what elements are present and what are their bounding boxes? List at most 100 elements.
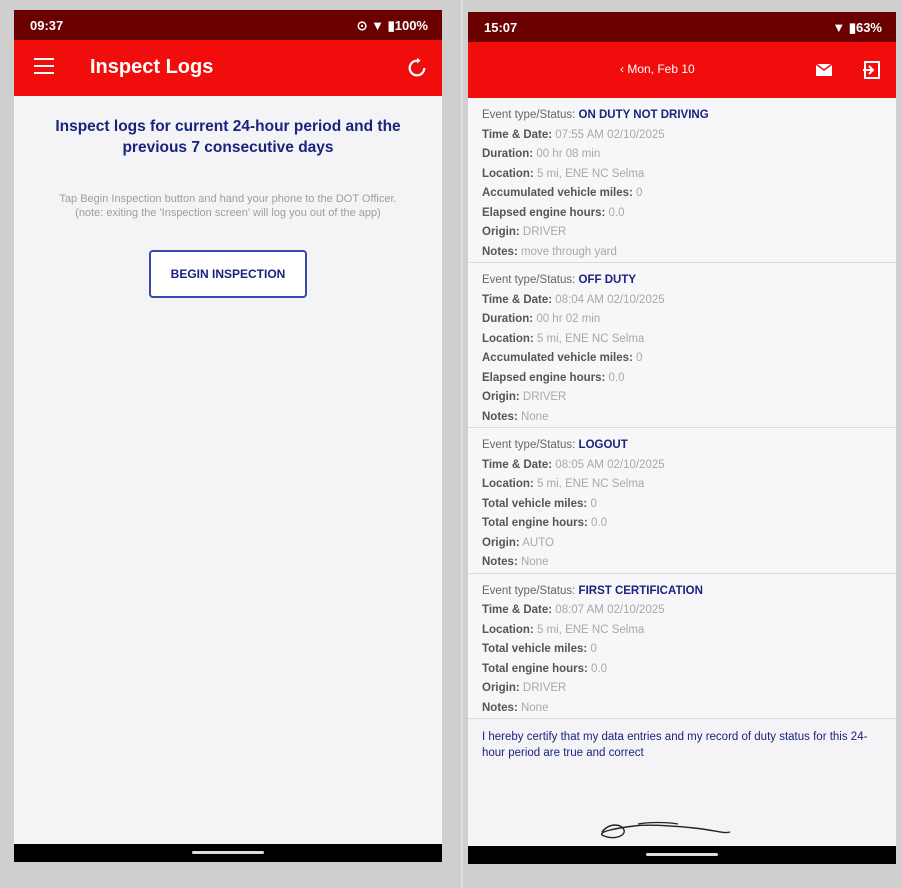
status-time: 15:07 (484, 20, 518, 35)
mail-icon[interactable] (816, 64, 832, 76)
exit-icon[interactable] (862, 60, 882, 80)
field-value: 0.0 (608, 371, 625, 384)
event-field-row: Location: 5 mi, ENE NC Selma (482, 621, 882, 641)
status-bar: 09:37 ⊙ ▼ ▮100% (14, 10, 442, 40)
event-field-row: Elapsed engine hours: 0.0 (482, 204, 882, 224)
nav-bar (468, 846, 896, 864)
home-gesture-bar[interactable] (646, 853, 718, 856)
event-field-row: Total vehicle miles: 0 (482, 640, 882, 660)
app-bar: Inspect Logs (14, 40, 442, 96)
event-type-label: Event type/Status: (482, 109, 576, 121)
event-type-label: Event type/Status: (482, 439, 576, 451)
field-label: Accumulated vehicle miles: (482, 187, 633, 199)
event-field-row: Duration: 00 hr 02 min (482, 310, 882, 330)
status-indicators: ▼ ▮63% (832, 20, 882, 35)
field-value: None (520, 556, 549, 568)
field-label: Total engine hours: (482, 662, 588, 675)
event-card: Event type/Status: OFF DUTY Time & Date: … (468, 263, 896, 428)
event-field-row: Origin: AUTO (482, 534, 882, 554)
field-label: Origin: (482, 536, 520, 549)
field-label: Notes: (482, 410, 518, 423)
field-label: Total engine hours: (482, 517, 588, 529)
date-back-button[interactable]: ‹ Mon, Feb 10 (620, 62, 695, 76)
event-field-row: Total vehicle miles: 0 (482, 495, 882, 515)
event-field-row: Time & Date: 08:05 AM 02/10/2025 (482, 456, 882, 476)
field-value: 5 mi, ENE NC Selma (536, 332, 645, 345)
field-value: 5 mi, ENE NC Selma (536, 478, 645, 490)
field-label: Origin: (482, 682, 520, 694)
field-value: 0 (636, 352, 643, 364)
inspect-heading: Inspect logs for current 24-hour period … (55, 118, 401, 156)
field-label: Notes: (482, 701, 518, 714)
event-field-row: Elapsed engine hours: 0.0 (482, 369, 882, 389)
event-field-row: Origin: DRIVER (482, 223, 882, 243)
event-status: OFF DUTY (578, 274, 637, 286)
event-card: Event type/Status: ON DUTY NOT DRIVING Ti… (468, 98, 896, 263)
event-card: Event type/Status: LOGOUT Time & Date: 08… (468, 428, 896, 574)
field-label: Duration: (482, 313, 534, 325)
event-type-label: Event type/Status: (482, 584, 576, 597)
event-field-row: Time & Date: 08:04 AM 02/10/2025 (482, 291, 882, 311)
field-value: 0.0 (591, 517, 608, 529)
event-type-label: Event type/Status: (482, 274, 576, 286)
field-label: Origin: (482, 391, 520, 403)
field-label: Notes: (482, 245, 518, 258)
field-label: Location: (482, 167, 534, 180)
nav-bar (14, 844, 442, 862)
event-field-row: Origin: DRIVER (482, 388, 882, 408)
event-type-row: Event type/Status: FIRST CERTIFICATION (482, 582, 882, 602)
event-field-row: Notes: move through yard (482, 243, 882, 263)
driver-signature (601, 821, 731, 839)
field-value: 0.0 (591, 662, 608, 675)
field-label: Location: (482, 478, 534, 490)
field-label: Origin: (482, 226, 520, 238)
field-value: DRIVER (522, 682, 567, 694)
field-label: Time & Date: (482, 604, 553, 616)
field-value: 08:05 AM 02/10/2025 (555, 458, 665, 471)
left-screen: 09:37 ⊙ ▼ ▮100% Inspect Logs Inspect log… (14, 10, 442, 862)
event-list: Event type/Status: ON DUTY NOT DRIVING Ti… (468, 98, 896, 761)
screen-divider (461, 0, 463, 888)
begin-inspection-button[interactable]: BEGIN INSPECTION (149, 250, 307, 298)
field-value: DRIVER (522, 226, 567, 238)
event-field-row: Origin: DRIVER (482, 679, 882, 699)
field-value: 08:07 AM 02/10/2025 (555, 604, 665, 616)
event-field-row: Notes: None (482, 553, 882, 573)
home-gesture-bar[interactable] (192, 851, 264, 854)
event-type-row: Event type/Status: OFF DUTY (482, 271, 882, 291)
field-value: 0.0 (608, 206, 625, 219)
event-field-row: Location: 5 mi, ENE NC Selma (482, 330, 882, 350)
status-indicators: ⊙ ▼ ▮100% (356, 18, 428, 33)
field-value: move through yard (520, 245, 617, 258)
field-value: 00 hr 02 min (536, 313, 601, 325)
event-field-row: Duration: 00 hr 08 min (482, 145, 882, 165)
field-value: 5 mi, ENE NC Selma (536, 167, 645, 180)
field-label: Notes: (482, 556, 518, 568)
menu-icon[interactable] (34, 58, 54, 74)
field-label: Elapsed engine hours: (482, 371, 606, 384)
instruction-line: Tap Begin Inspection button and hand you… (59, 193, 397, 205)
field-label: Accumulated vehicle miles: (482, 352, 633, 364)
field-value: AUTO (522, 536, 555, 549)
field-value: 0 (636, 187, 643, 199)
refresh-icon[interactable] (406, 57, 428, 79)
event-field-row: Time & Date: 08:07 AM 02/10/2025 (482, 601, 882, 621)
event-field-row: Notes: None (482, 408, 882, 428)
instruction-note: (note: exiting the 'Inspection screen' w… (75, 207, 381, 219)
field-label: Duration: (482, 148, 534, 160)
event-status: FIRST CERTIFICATION (578, 584, 703, 597)
page-title: Inspect Logs (90, 56, 214, 78)
event-field-row: Location: 5 mi, ENE NC Selma (482, 165, 882, 185)
right-screen: 15:07 ▼ ▮63% ‹ Mon, Feb 10 Event type/St… (468, 12, 896, 864)
certification-statement: I hereby certify that my data entries an… (482, 731, 868, 759)
event-field-row: Notes: None (482, 699, 882, 719)
field-label: Location: (482, 623, 534, 636)
event-field-row: Total engine hours: 0.0 (482, 660, 882, 680)
status-time: 09:37 (30, 18, 64, 33)
event-field-row: Time & Date: 07:55 AM 02/10/2025 (482, 126, 882, 146)
field-label: Elapsed engine hours: (482, 206, 606, 219)
field-value: 0 (590, 643, 597, 655)
app-bar: ‹ Mon, Feb 10 (468, 42, 896, 98)
field-value: 5 mi, ENE NC Selma (536, 623, 645, 636)
event-field-row: Location: 5 mi, ENE NC Selma (482, 475, 882, 495)
